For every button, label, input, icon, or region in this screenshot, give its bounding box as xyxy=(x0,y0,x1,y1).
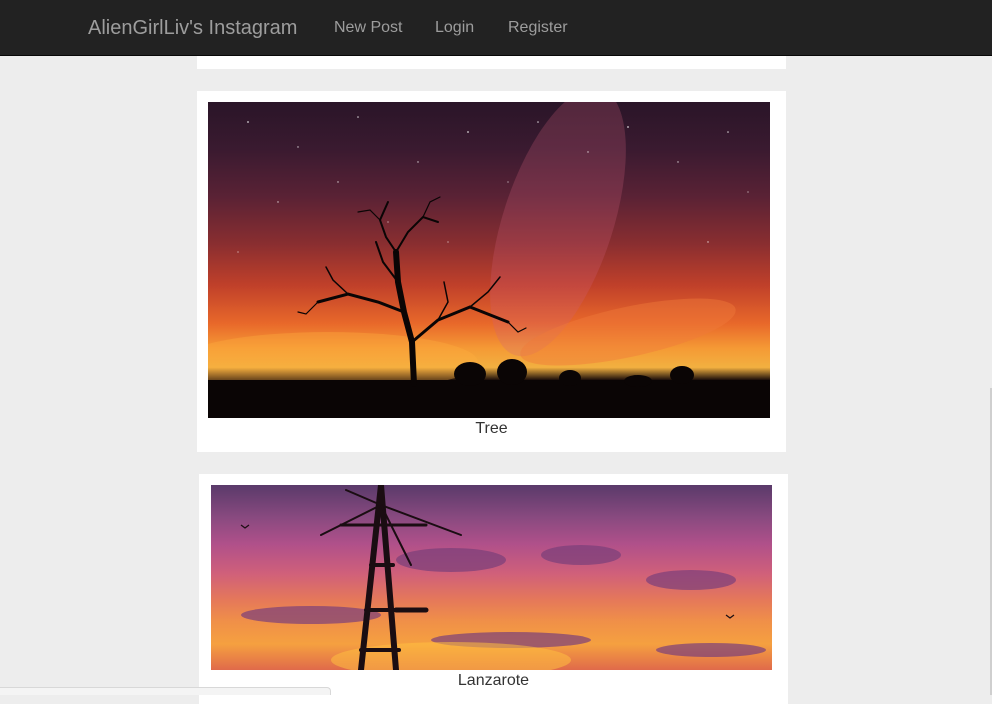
horizontal-scrollbar[interactable] xyxy=(0,687,331,695)
post-image-lanzarote[interactable] xyxy=(211,485,772,670)
windmill-silhouette-graphic xyxy=(240,485,766,670)
post-caption: Tree xyxy=(475,420,508,437)
nav-register-link[interactable]: Register xyxy=(508,18,568,38)
post-card: Tree xyxy=(197,91,786,452)
tree-silhouette-graphic xyxy=(208,102,770,418)
nav-login-link[interactable]: Login xyxy=(435,18,474,38)
post-image-tree[interactable] xyxy=(208,102,770,418)
post-card-previous xyxy=(197,56,786,69)
post-card: Lanzarote xyxy=(199,474,788,704)
nav-new-post-link[interactable]: New Post xyxy=(334,18,402,38)
brand-link[interactable]: AlienGirlLiv's Instagram xyxy=(88,16,297,40)
top-navbar: AlienGirlLiv's Instagram New Post Login … xyxy=(0,0,992,56)
